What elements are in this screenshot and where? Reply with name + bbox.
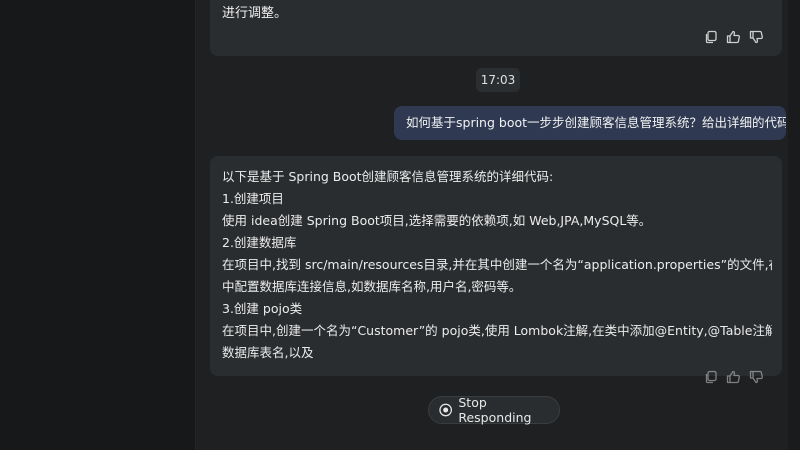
stop-icon [439,403,453,417]
message-text: 进行调整。 [222,6,288,21]
message-line: 3.创建 pojo类 [222,301,303,316]
stop-responding-label: Stop Responding [458,395,532,425]
thumbs-down-icon[interactable] [749,370,764,384]
chat-area[interactable]: 进行调整。 17:03 如何基于spring boot一步步创建顾客信息管理系统… [196,0,788,450]
message-line: 2.创建数据库 [222,235,297,250]
thumbs-up-icon[interactable] [726,30,741,44]
message-line: 在项目中,找到 src/main/resources目录,并在其中创建一个名为“… [222,257,772,272]
right-edge-panel [788,0,800,450]
message-line: 在项目中,创建一个名为“Customer”的 pojo类,使用 Lombok注解… [222,323,772,338]
thumbs-down-icon[interactable] [749,30,764,44]
user-message-text: 如何基于spring boot一步步创建顾客信息管理系统？给出详细的代码 [406,115,786,130]
message-actions [704,370,764,384]
message-line: 数据库表名,以及 [222,345,314,360]
thumbs-up-icon[interactable] [726,370,741,384]
ai-message-body: 以下是基于 Spring Boot创建顾客信息管理系统的详细代码: 1.创建项目… [222,166,772,364]
copy-icon[interactable] [704,370,718,384]
message-actions [704,30,764,44]
user-message: 如何基于spring boot一步步创建顾客信息管理系统？给出详细的代码 [394,106,786,140]
ai-message-current: 以下是基于 Spring Boot创建顾客信息管理系统的详细代码: 1.创建项目… [210,156,782,384]
message-line: 中配置数据库连接信息,如数据库名称,用户名,密码等。 [222,279,522,294]
app-window: 进行调整。 17:03 如何基于spring boot一步步创建顾客信息管理系统… [0,0,800,450]
stop-responding-button[interactable]: Stop Responding [428,395,560,425]
ai-message-previous: 进行调整。 [210,0,782,56]
copy-icon[interactable] [704,30,718,44]
message-line: 以下是基于 Spring Boot创建顾客信息管理系统的详细代码: [222,169,554,184]
message-line: 1.创建项目 [222,191,284,206]
message-line: 使用 idea创建 Spring Boot项目,选择需要的依赖项,如 Web,J… [222,213,652,228]
message-timestamp: 17:03 [476,68,520,92]
left-sidebar [0,0,196,450]
